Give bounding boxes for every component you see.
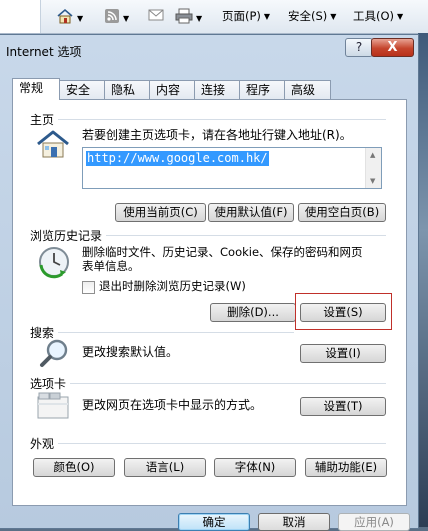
accessibility-button[interactable]: 辅助功能(E) <box>305 458 387 477</box>
tabs-section-title: 选项卡 <box>30 377 67 391</box>
divider <box>58 332 294 333</box>
home-page-icon <box>36 129 70 162</box>
command-bar: ▼ ▼ ▼ 页面(P) ▼ 安全(S) ▼ 工具(O) ▼ <box>0 0 428 34</box>
highlight-box <box>295 293 392 330</box>
tab-programs[interactable]: 程序 <box>239 80 286 99</box>
close-button[interactable]: X <box>371 38 414 57</box>
home-page-instruction: 若要创建主页选项卡，请在各地址行键入地址(R)。 <box>82 128 352 142</box>
mail-button[interactable] <box>148 8 164 24</box>
dialog-title: Internet 选项 <box>6 45 82 59</box>
divider <box>58 119 386 120</box>
search-description: 更改搜索默认值。 <box>82 345 179 359</box>
history-description-line2: 表单信息。 <box>82 259 140 273</box>
divider <box>106 235 386 236</box>
page-menu[interactable]: 页面(P) ▼ <box>222 8 270 24</box>
history-section-title: 浏览历史记录 <box>30 229 103 243</box>
divider <box>70 383 386 384</box>
apply-button[interactable]: 应用(A) <box>338 513 410 531</box>
tab-general[interactable]: 常规 <box>12 78 60 100</box>
home-icon <box>56 8 74 28</box>
page-menu-label: 页面(P) <box>222 9 261 23</box>
tab-security[interactable]: 安全 <box>59 80 106 99</box>
safety-menu[interactable]: 安全(S) ▼ <box>288 8 336 24</box>
history-description-line1: 删除临时文件、历史记录、Cookie、保存的密码和网页 <box>82 245 363 259</box>
appearance-section-title: 外观 <box>30 437 55 451</box>
tools-menu[interactable]: 工具(O) ▼ <box>353 8 403 24</box>
help-button[interactable]: ? <box>345 38 373 57</box>
languages-button[interactable]: 语言(L) <box>124 458 206 477</box>
use-blank-button[interactable]: 使用空白页(B) <box>298 203 386 222</box>
url-scrollbar[interactable]: ▲ ▼ <box>365 148 381 188</box>
address-bar-end[interactable] <box>0 0 41 33</box>
print-button[interactable]: ▼ <box>175 8 202 24</box>
search-settings-button[interactable]: 设置(I) <box>300 344 386 363</box>
tabbed-window-icon <box>37 391 69 422</box>
desktop-background <box>418 33 428 527</box>
fonts-button[interactable]: 字体(N) <box>214 458 296 477</box>
tabs-settings-button[interactable]: 设置(T) <box>300 397 386 416</box>
delete-on-exit-label[interactable]: 退出时删除浏览历史记录(W) <box>99 279 246 294</box>
use-current-button[interactable]: 使用当前页(C) <box>115 203 206 222</box>
rss-feed-icon <box>104 8 120 28</box>
safety-menu-label: 安全(S) <box>288 9 328 23</box>
search-magnifier-icon <box>38 338 70 371</box>
ok-button[interactable]: 确定 <box>178 513 250 531</box>
title-bar[interactable]: Internet 选项 ? X <box>0 35 418 65</box>
tab-advanced[interactable]: 高级 <box>284 80 331 99</box>
home-page-section-title: 主页 <box>30 113 55 127</box>
delete-history-button[interactable]: 删除(D)... <box>210 303 296 322</box>
cancel-button[interactable]: 取消 <box>258 513 330 531</box>
delete-on-exit-checkbox[interactable] <box>82 281 95 294</box>
tab-connections[interactable]: 连接 <box>194 80 241 99</box>
home-page-url-input[interactable]: http://www.google.com.hk/ ▲ ▼ <box>82 147 382 189</box>
colors-button[interactable]: 颜色(O) <box>33 458 115 477</box>
tab-privacy[interactable]: 隐私 <box>104 80 151 99</box>
home-button[interactable]: ▼ <box>56 8 83 24</box>
tabs-description: 更改网页在选项卡中显示的方式。 <box>82 398 263 412</box>
print-icon <box>175 8 193 28</box>
mail-icon <box>148 8 164 26</box>
history-clock-icon <box>37 245 71 282</box>
tab-content[interactable]: 内容 <box>149 80 196 99</box>
home-page-url-value: http://www.google.com.hk/ <box>86 151 269 166</box>
tools-menu-label: 工具(O) <box>353 9 395 23</box>
use-default-button[interactable]: 使用默认值(F) <box>208 203 294 222</box>
divider <box>58 443 386 444</box>
feeds-button[interactable]: ▼ <box>104 8 129 24</box>
